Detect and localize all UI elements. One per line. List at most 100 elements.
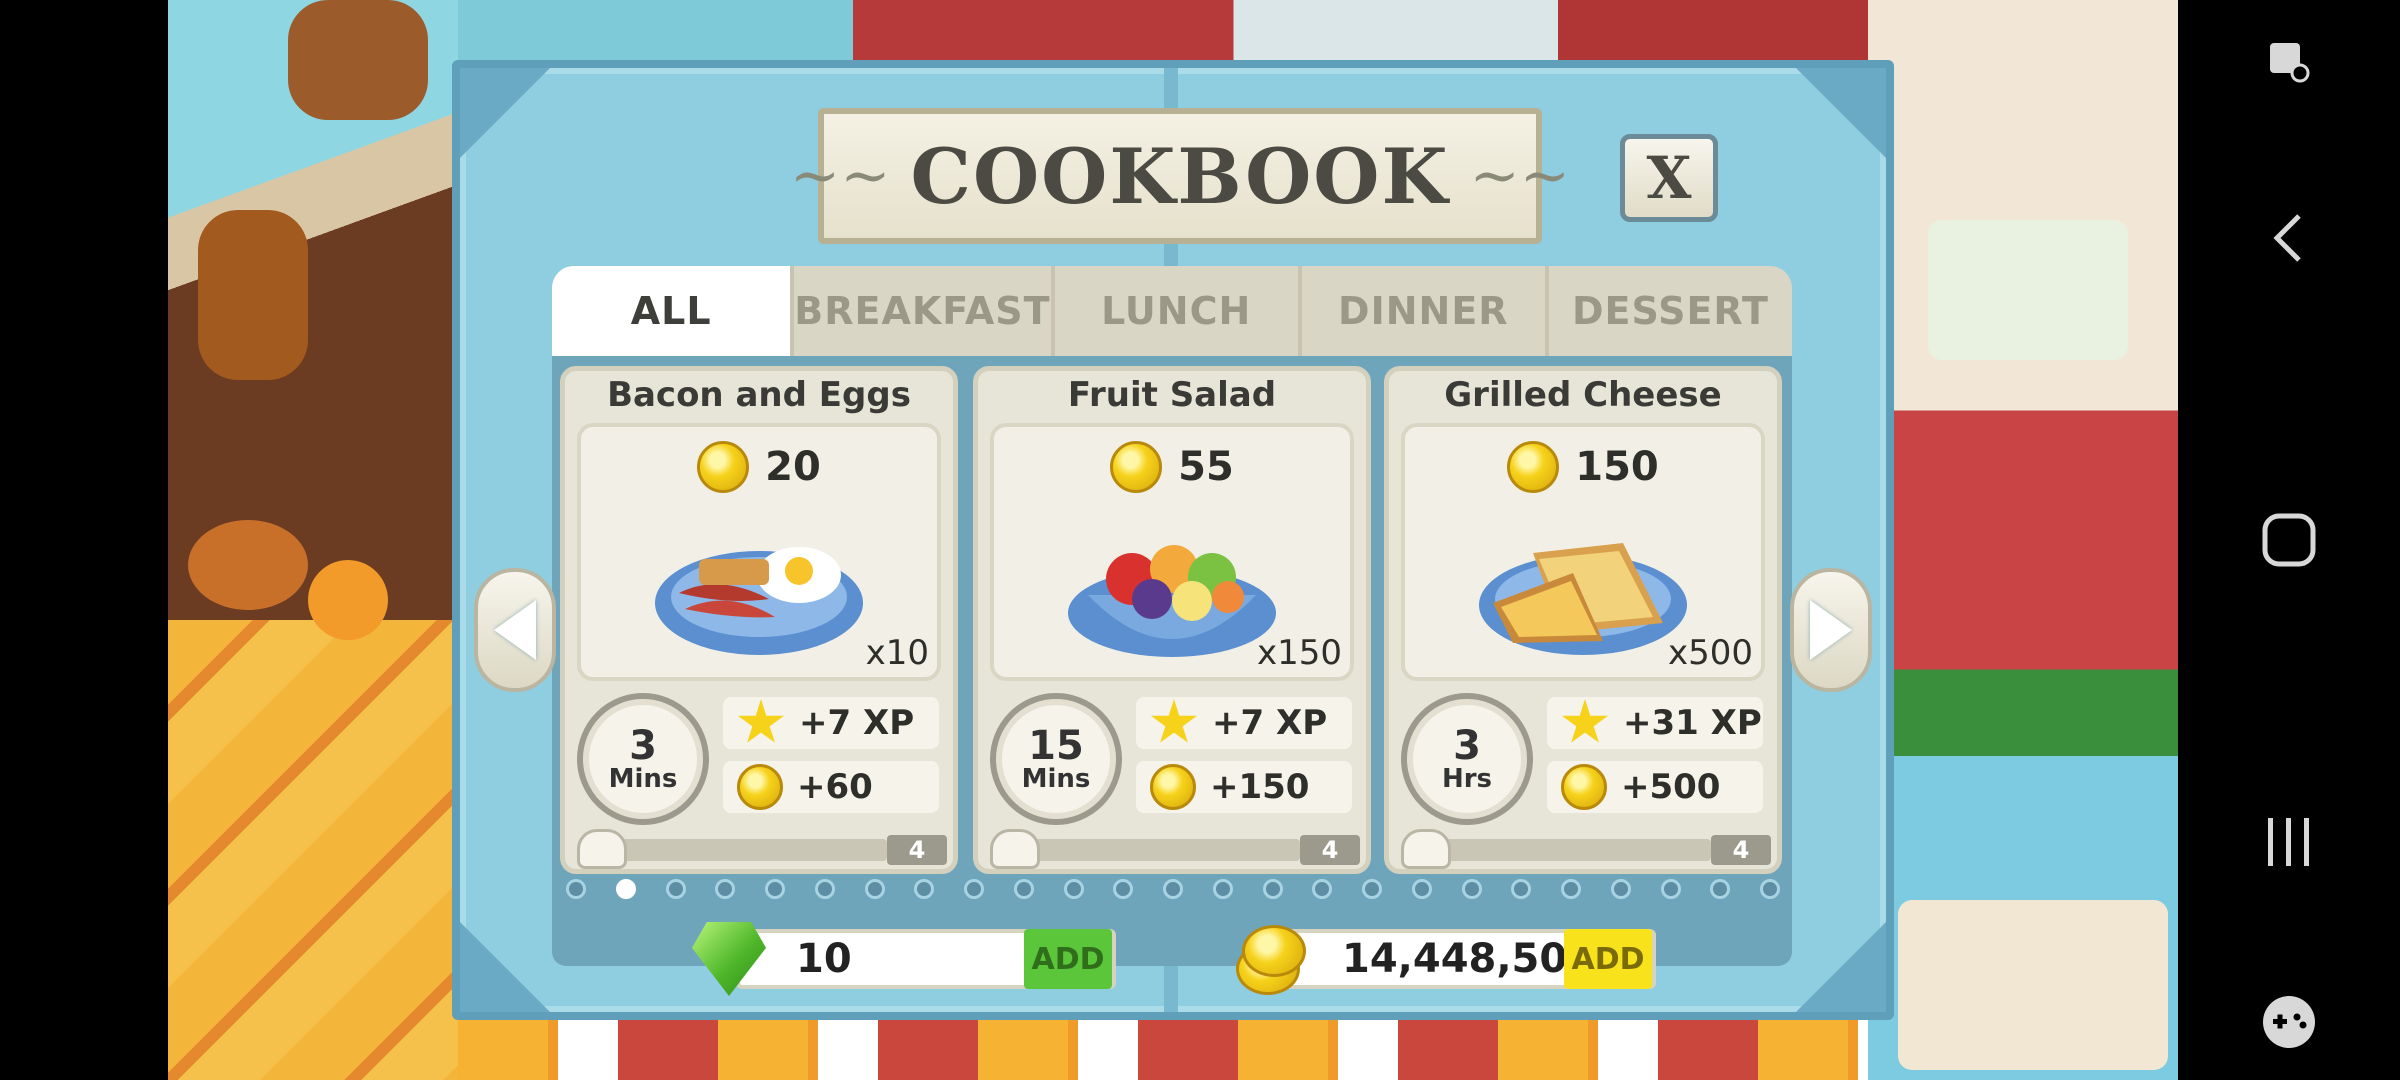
close-button[interactable]: X — [1620, 134, 1718, 222]
page-dot[interactable] — [1312, 879, 1333, 899]
page-dot[interactable] — [864, 879, 885, 899]
category-tabs: ALL BREAKFAST LUNCH DINNER DESSERT — [552, 266, 1792, 356]
tab-all[interactable]: ALL — [552, 266, 795, 356]
page-dot[interactable] — [1710, 879, 1731, 899]
page-dot[interactable] — [1362, 879, 1382, 899]
chef-hat-icon — [990, 829, 1040, 869]
page-dot[interactable] — [715, 879, 736, 899]
recipe-name: Fruit Salad — [1067, 375, 1277, 415]
coin-icon — [1110, 441, 1163, 493]
recipe-cost: 55 — [994, 441, 1350, 493]
cook-time-unit: Mins — [608, 764, 678, 794]
restaurant-floor-left — [168, 620, 458, 1080]
cook-time-timer: 3 Hrs — [1401, 693, 1533, 825]
gems-balance: 10 ADD — [692, 922, 1116, 996]
pancake-stack — [308, 560, 388, 640]
cook-time-value: 3 — [1453, 723, 1481, 769]
turkey-decoration — [198, 210, 308, 380]
page-dot[interactable] — [665, 879, 686, 899]
recipe-card-grilled-cheese[interactable]: Grilled Cheese 150 x500 3 Hrs +31 XP +50… — [1384, 366, 1782, 874]
page-dot[interactable] — [1013, 879, 1034, 899]
coin-icon — [1242, 925, 1306, 977]
flourish-right-icon: ~~ — [1469, 141, 1571, 211]
system-nav-bar — [2178, 0, 2400, 1080]
mastery-level: 4 — [1711, 835, 1771, 865]
page-dot[interactable] — [1113, 879, 1134, 899]
coin-icon — [1561, 764, 1607, 810]
recipe-name: Bacon and Eggs — [607, 375, 911, 415]
page-indicator — [560, 874, 1786, 904]
cook-time-timer: 15 Mins — [990, 693, 1122, 825]
star-xp-icon — [737, 699, 785, 743]
coin-reward: +60 — [723, 761, 939, 813]
coins-value: 14,448,504 — [1342, 936, 1596, 982]
coin-reward: +500 — [1547, 761, 1763, 813]
cookbook-dialog: ~~ COOKBOOK ~~ X ALL BREAKFAST LUNCH DIN… — [452, 60, 1894, 1020]
arrow-left-icon — [494, 600, 536, 660]
back-icon[interactable] — [2249, 198, 2329, 278]
tab-lunch[interactable]: LUNCH — [1055, 266, 1302, 356]
page-dot[interactable] — [1063, 879, 1084, 899]
page-dot[interactable] — [964, 879, 984, 899]
recipe-cost-value: 20 — [765, 444, 821, 490]
cook-time-value: 15 — [1028, 723, 1084, 769]
coin-icon — [697, 441, 750, 493]
xp-reward: +7 XP — [1136, 697, 1352, 749]
page-dot[interactable] — [1610, 879, 1631, 899]
restaurant-top-strip — [458, 0, 1868, 62]
corner-decoration — [1796, 68, 1886, 158]
page-dot[interactable] — [1212, 879, 1233, 899]
xp-reward: +7 XP — [723, 697, 939, 749]
page-dot[interactable] — [1163, 879, 1183, 899]
tab-dinner[interactable]: DINNER — [1302, 266, 1549, 356]
recipe-info-panel: 55 x150 — [990, 423, 1354, 681]
coins-balance: 14,448,504 ADD — [1232, 925, 1656, 995]
previous-page-button[interactable] — [474, 568, 556, 692]
recents-icon[interactable] — [2249, 802, 2329, 882]
page-dot[interactable] — [1561, 879, 1581, 899]
xp-reward-value: +7 XP — [799, 703, 915, 743]
page-dot[interactable] — [615, 879, 636, 899]
cook-time-timer: 3 Mins — [577, 693, 709, 825]
cook-time-unit: Hrs — [1441, 764, 1493, 794]
game-tools-icon[interactable] — [2249, 982, 2329, 1062]
next-page-button[interactable] — [1790, 568, 1872, 692]
tab-breakfast[interactable]: BREAKFAST — [794, 266, 1055, 356]
page-dot[interactable] — [566, 879, 586, 899]
page-dot[interactable] — [765, 879, 785, 899]
xp-reward-value: +31 XP — [1623, 703, 1762, 743]
page-dot[interactable] — [1660, 879, 1681, 899]
chef-hat-icon — [1401, 829, 1451, 869]
page-dot[interactable] — [1511, 879, 1532, 899]
add-coins-button[interactable]: ADD — [1564, 929, 1652, 989]
add-gems-button[interactable]: ADD — [1024, 929, 1112, 989]
title-plaque: ~~ COOKBOOK ~~ — [790, 108, 1570, 244]
restaurant-bottom-strip — [458, 1015, 1868, 1080]
cook-time-unit: Mins — [1021, 764, 1091, 794]
tab-dessert[interactable]: DESSERT — [1549, 266, 1792, 356]
accessibility-icon[interactable] — [2249, 22, 2329, 102]
recipe-yield: x10 — [865, 633, 929, 673]
recipe-yield: x150 — [1256, 633, 1342, 673]
coin-reward-value: +500 — [1621, 767, 1721, 807]
coin-stack-icon — [1232, 919, 1312, 999]
page-dot[interactable] — [1262, 879, 1283, 899]
page-dot[interactable] — [814, 879, 835, 899]
page-dot[interactable] — [914, 879, 935, 899]
bacon-eggs-plate-icon — [655, 547, 863, 655]
star-xp-icon — [1150, 699, 1198, 743]
page-dot[interactable] — [1760, 879, 1780, 899]
home-icon[interactable] — [2249, 500, 2329, 580]
mastery-bar: 4 — [1401, 829, 1775, 869]
recipe-card-bacon-and-eggs[interactable]: Bacon and Eggs 20 x10 3 Mins +7 XP +60 4 — [560, 366, 958, 874]
corner-decoration — [460, 68, 550, 158]
coin-reward: +150 — [1136, 761, 1352, 813]
recipe-card-fruit-salad[interactable]: Fruit Salad 55 x150 15 Mins +7 XP +150 4 — [973, 366, 1371, 874]
page-dot[interactable] — [1411, 879, 1432, 899]
roast-turkey-dish — [188, 520, 308, 610]
coin-reward-value: +150 — [1210, 767, 1310, 807]
flower-planter — [1928, 220, 2128, 360]
coin-reward-value: +60 — [797, 767, 873, 807]
recipe-cost-value: 55 — [1178, 444, 1234, 490]
page-dot[interactable] — [1461, 879, 1482, 899]
